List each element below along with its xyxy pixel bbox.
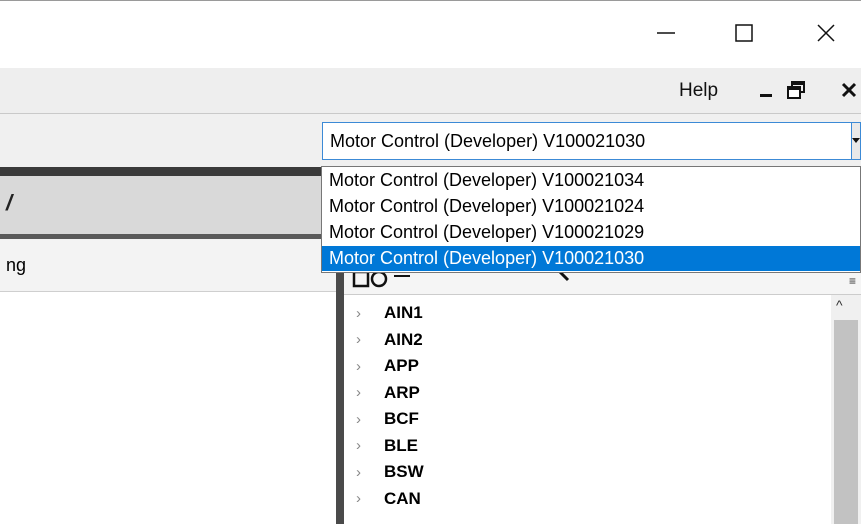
tree-item-label: BSW xyxy=(384,462,424,481)
toolbar-overflow-icon[interactable]: ≡ xyxy=(849,274,856,288)
window-minimize-button[interactable] xyxy=(646,14,686,52)
chevron-right-icon[interactable]: › xyxy=(356,490,376,507)
left-pane-header xyxy=(0,176,340,234)
left-pane-header-text: / xyxy=(6,190,13,215)
version-select-dropdown-button[interactable] xyxy=(851,122,861,160)
help-menu[interactable]: Help xyxy=(679,80,718,102)
tree-item[interactable]: › APP xyxy=(356,355,419,377)
tree-item[interactable]: › AIN2 xyxy=(356,329,423,351)
left-pane-tab-label: ng xyxy=(6,255,27,275)
scroll-up-arrow-icon[interactable]: ^ xyxy=(836,297,843,313)
version-option[interactable]: Motor Control (Developer) V100021030 xyxy=(322,246,860,271)
chevron-right-icon[interactable]: › xyxy=(356,437,376,454)
inner-minimize-button[interactable] xyxy=(754,76,778,104)
tree-item-label: CAN xyxy=(384,488,421,508)
tree-item-label: AIN1 xyxy=(384,303,423,322)
restore-icon xyxy=(787,81,805,99)
tree-item-label: BCF xyxy=(384,409,419,428)
maximize-icon xyxy=(735,24,753,42)
left-pane-tab[interactable] xyxy=(0,239,340,292)
inner-restore-button[interactable] xyxy=(784,76,808,104)
left-pane-top-border xyxy=(0,167,340,176)
chevron-right-icon[interactable]: › xyxy=(356,358,376,375)
close-icon xyxy=(817,24,835,42)
window-maximize-button[interactable] xyxy=(724,14,764,52)
chevron-down-icon xyxy=(852,138,860,143)
window-close-button[interactable] xyxy=(806,14,846,52)
inner-close-button[interactable] xyxy=(837,76,861,104)
tree-item-label: APP xyxy=(384,356,419,375)
tree-item-label: ARP xyxy=(384,382,420,402)
close-icon xyxy=(841,82,857,98)
chevron-right-icon[interactable]: › xyxy=(356,305,376,322)
tree-item[interactable]: › BLE xyxy=(356,435,418,457)
minimize-icon xyxy=(760,94,772,97)
version-option[interactable]: Motor Control (Developer) V100021024 xyxy=(322,194,860,219)
version-option[interactable]: Motor Control (Developer) V100021029 xyxy=(322,220,860,245)
chevron-right-icon[interactable]: › xyxy=(356,331,376,348)
tree-item[interactable]: › BSW xyxy=(356,461,424,483)
tree-item[interactable]: › AIN1 xyxy=(356,302,423,324)
version-option[interactable]: Motor Control (Developer) V100021034 xyxy=(322,168,860,193)
tree-item[interactable]: › CAN xyxy=(356,488,421,510)
minimize-icon xyxy=(657,32,675,34)
menu-bar xyxy=(0,68,861,113)
tree-toolbar: ≡ xyxy=(344,268,861,295)
tree-item[interactable]: › ARP xyxy=(356,382,420,404)
tree-scrollbar-thumb[interactable] xyxy=(834,320,858,524)
tree-item-label: AIN2 xyxy=(384,329,423,349)
tree-item-label: BLE xyxy=(384,435,418,455)
version-select-value: Motor Control (Developer) V100021030 xyxy=(330,131,646,151)
chevron-right-icon[interactable]: › xyxy=(356,464,376,481)
tree-item[interactable]: › BCF xyxy=(356,408,419,430)
chevron-right-icon[interactable]: › xyxy=(356,384,376,401)
chevron-right-icon[interactable]: › xyxy=(356,411,376,428)
